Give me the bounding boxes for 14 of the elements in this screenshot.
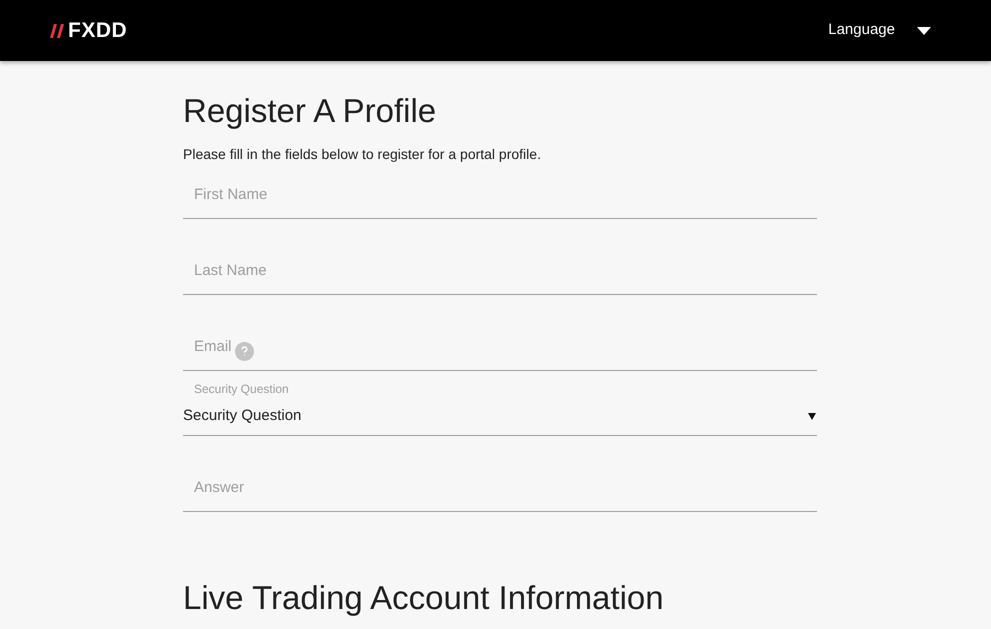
help-icon[interactable] [235, 342, 254, 361]
logo[interactable]: FXDD [68, 20, 128, 41]
caret-icon [808, 412, 816, 420]
caret-icon [917, 26, 931, 34]
input-field[interactable]: Answer [183, 436, 817, 512]
intro-text: Please fill in the fields below to register for a portal profile. [183, 145, 542, 163]
language-dropdown[interactable]: Language [828, 19, 931, 42]
security-question-select[interactable]: Security Question Security Question [183, 371, 817, 436]
section-title: Live Trading Account Information [183, 578, 665, 618]
select-value: Security Question [183, 407, 302, 425]
page-title: Register A Profile [183, 91, 438, 131]
slashes-icon [50, 24, 65, 38]
field-label: Security Question [193, 382, 290, 396]
input-field[interactable]: Last Name [183, 219, 817, 295]
